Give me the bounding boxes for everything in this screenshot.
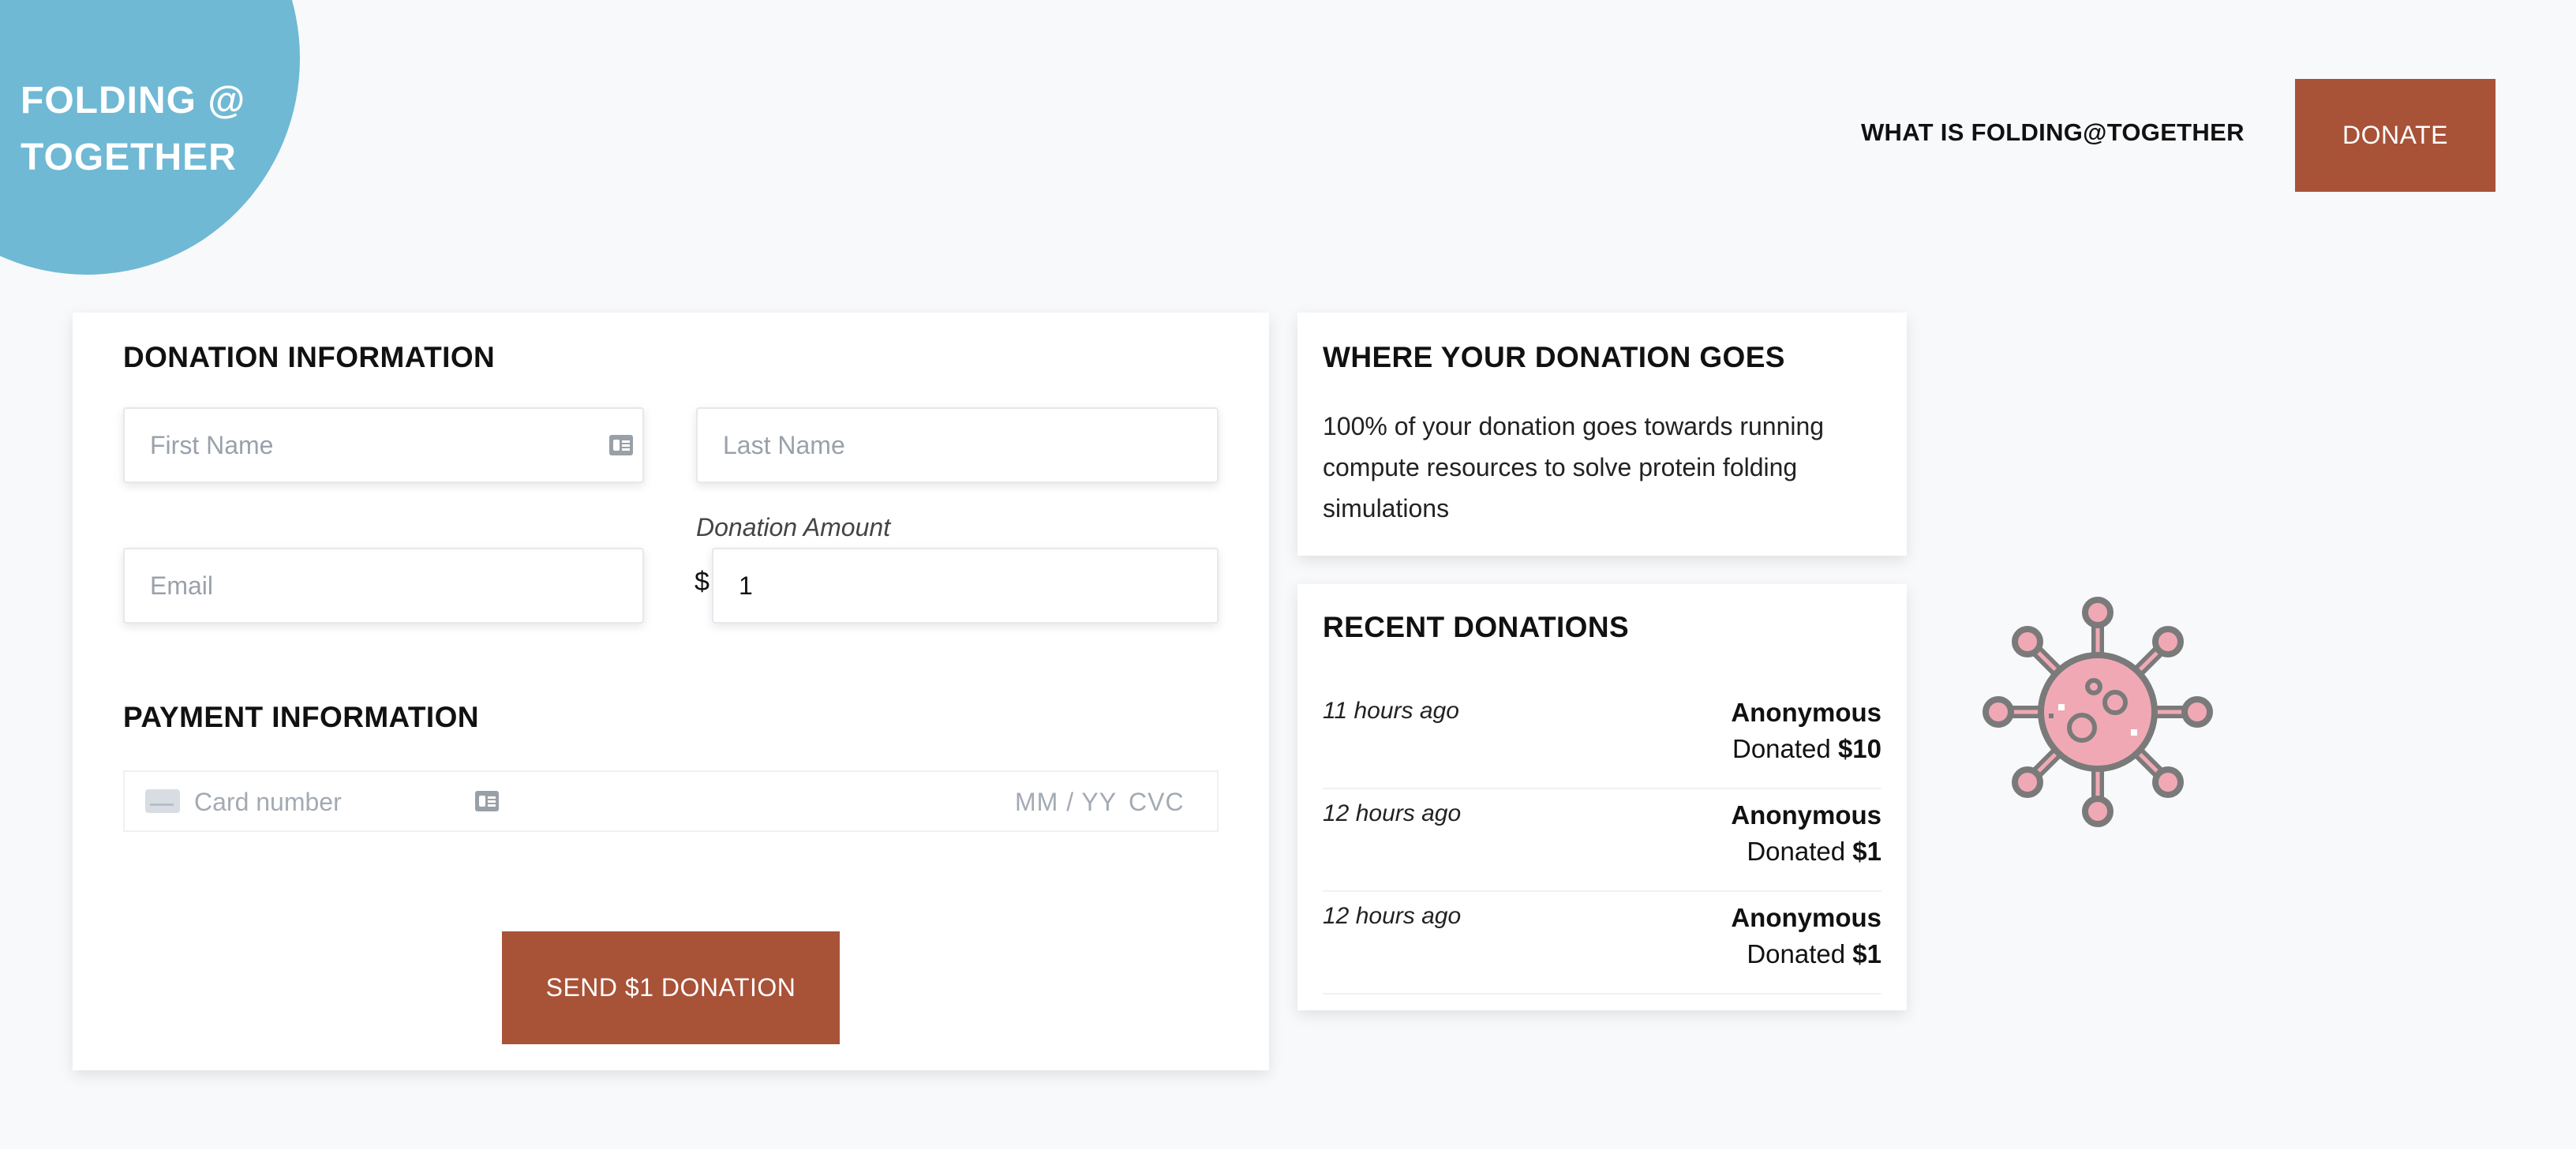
where-description: 100% of your donation goes towards runni…	[1323, 412, 1825, 523]
logo-line-2: TOGETHER	[21, 137, 237, 178]
email-input[interactable]	[123, 548, 644, 624]
donation-row: 12 hours ago Anonymous Donated $1	[1323, 789, 1881, 892]
donation-amount-value: $1	[1852, 837, 1881, 866]
recent-donations-card: RECENT DONATIONS 11 hours ago Anonymous …	[1297, 584, 1907, 1010]
card-expiry-input[interactable]: MM / YY	[1015, 788, 1117, 817]
nav-what-is-link[interactable]: WHAT IS FOLDING@TOGETHER	[1861, 118, 2245, 147]
donation-time: 12 hours ago	[1323, 903, 1462, 929]
donor-name: Anonymous	[1731, 903, 1881, 932]
donation-amount-input[interactable]	[712, 548, 1219, 624]
send-donation-button[interactable]: SEND $1 DONATION	[502, 931, 840, 1044]
last-name-input[interactable]	[696, 407, 1219, 483]
card-cvc-input[interactable]: CVC	[1129, 788, 1185, 817]
card-input-field[interactable]: Card number MM / YY CVC	[123, 770, 1219, 832]
where-title: WHERE YOUR DONATION GOES	[1323, 341, 1785, 373]
logo[interactable]: FOLDING @ TOGETHER	[21, 73, 245, 186]
page: FOLDING @ TOGETHER WHAT IS FOLDING@TOGET…	[0, 0, 2576, 1165]
donor-name: Anonymous	[1731, 698, 1881, 727]
virus-icon	[1983, 597, 2213, 827]
card-number-input[interactable]: Card number	[194, 788, 342, 817]
where-donation-goes-card: WHERE YOUR DONATION GOES 100% of your do…	[1297, 313, 1907, 556]
donor-name: Anonymous	[1731, 800, 1881, 830]
donation-row: 11 hours ago Anonymous Donated $10	[1323, 687, 1881, 789]
first-name-input[interactable]	[123, 407, 644, 483]
donation-amount-label: Donation Amount	[696, 513, 891, 541]
donated-prefix: Donated	[1747, 939, 1846, 968]
credit-card-icon	[145, 789, 180, 813]
donated-prefix: Donated	[1732, 734, 1831, 763]
contact-card-icon	[475, 791, 499, 811]
donation-amount: Donated $10	[1732, 734, 1881, 764]
donation-amount-value: $10	[1837, 734, 1881, 763]
currency-symbol: $	[695, 567, 710, 597]
donation-amount-value: $1	[1852, 939, 1881, 968]
header-donate-button[interactable]: DONATE	[2295, 79, 2496, 192]
donation-info-title: DONATION INFORMATION	[123, 341, 496, 373]
footer-band	[0, 1149, 2576, 1165]
donated-prefix: Donated	[1747, 837, 1846, 866]
recent-donations-title: RECENT DONATIONS	[1323, 611, 1630, 643]
donation-amount: Donated $1	[1747, 837, 1881, 867]
logo-line-1: FOLDING @	[21, 80, 246, 122]
donation-time: 12 hours ago	[1323, 800, 1462, 826]
payment-info-title: PAYMENT INFORMATION	[123, 701, 479, 733]
donation-amount: Donated $1	[1747, 939, 1881, 969]
donation-row: 12 hours ago Anonymous Donated $1	[1323, 892, 1881, 995]
donation-time: 11 hours ago	[1323, 698, 1459, 724]
contact-card-icon	[609, 435, 633, 455]
